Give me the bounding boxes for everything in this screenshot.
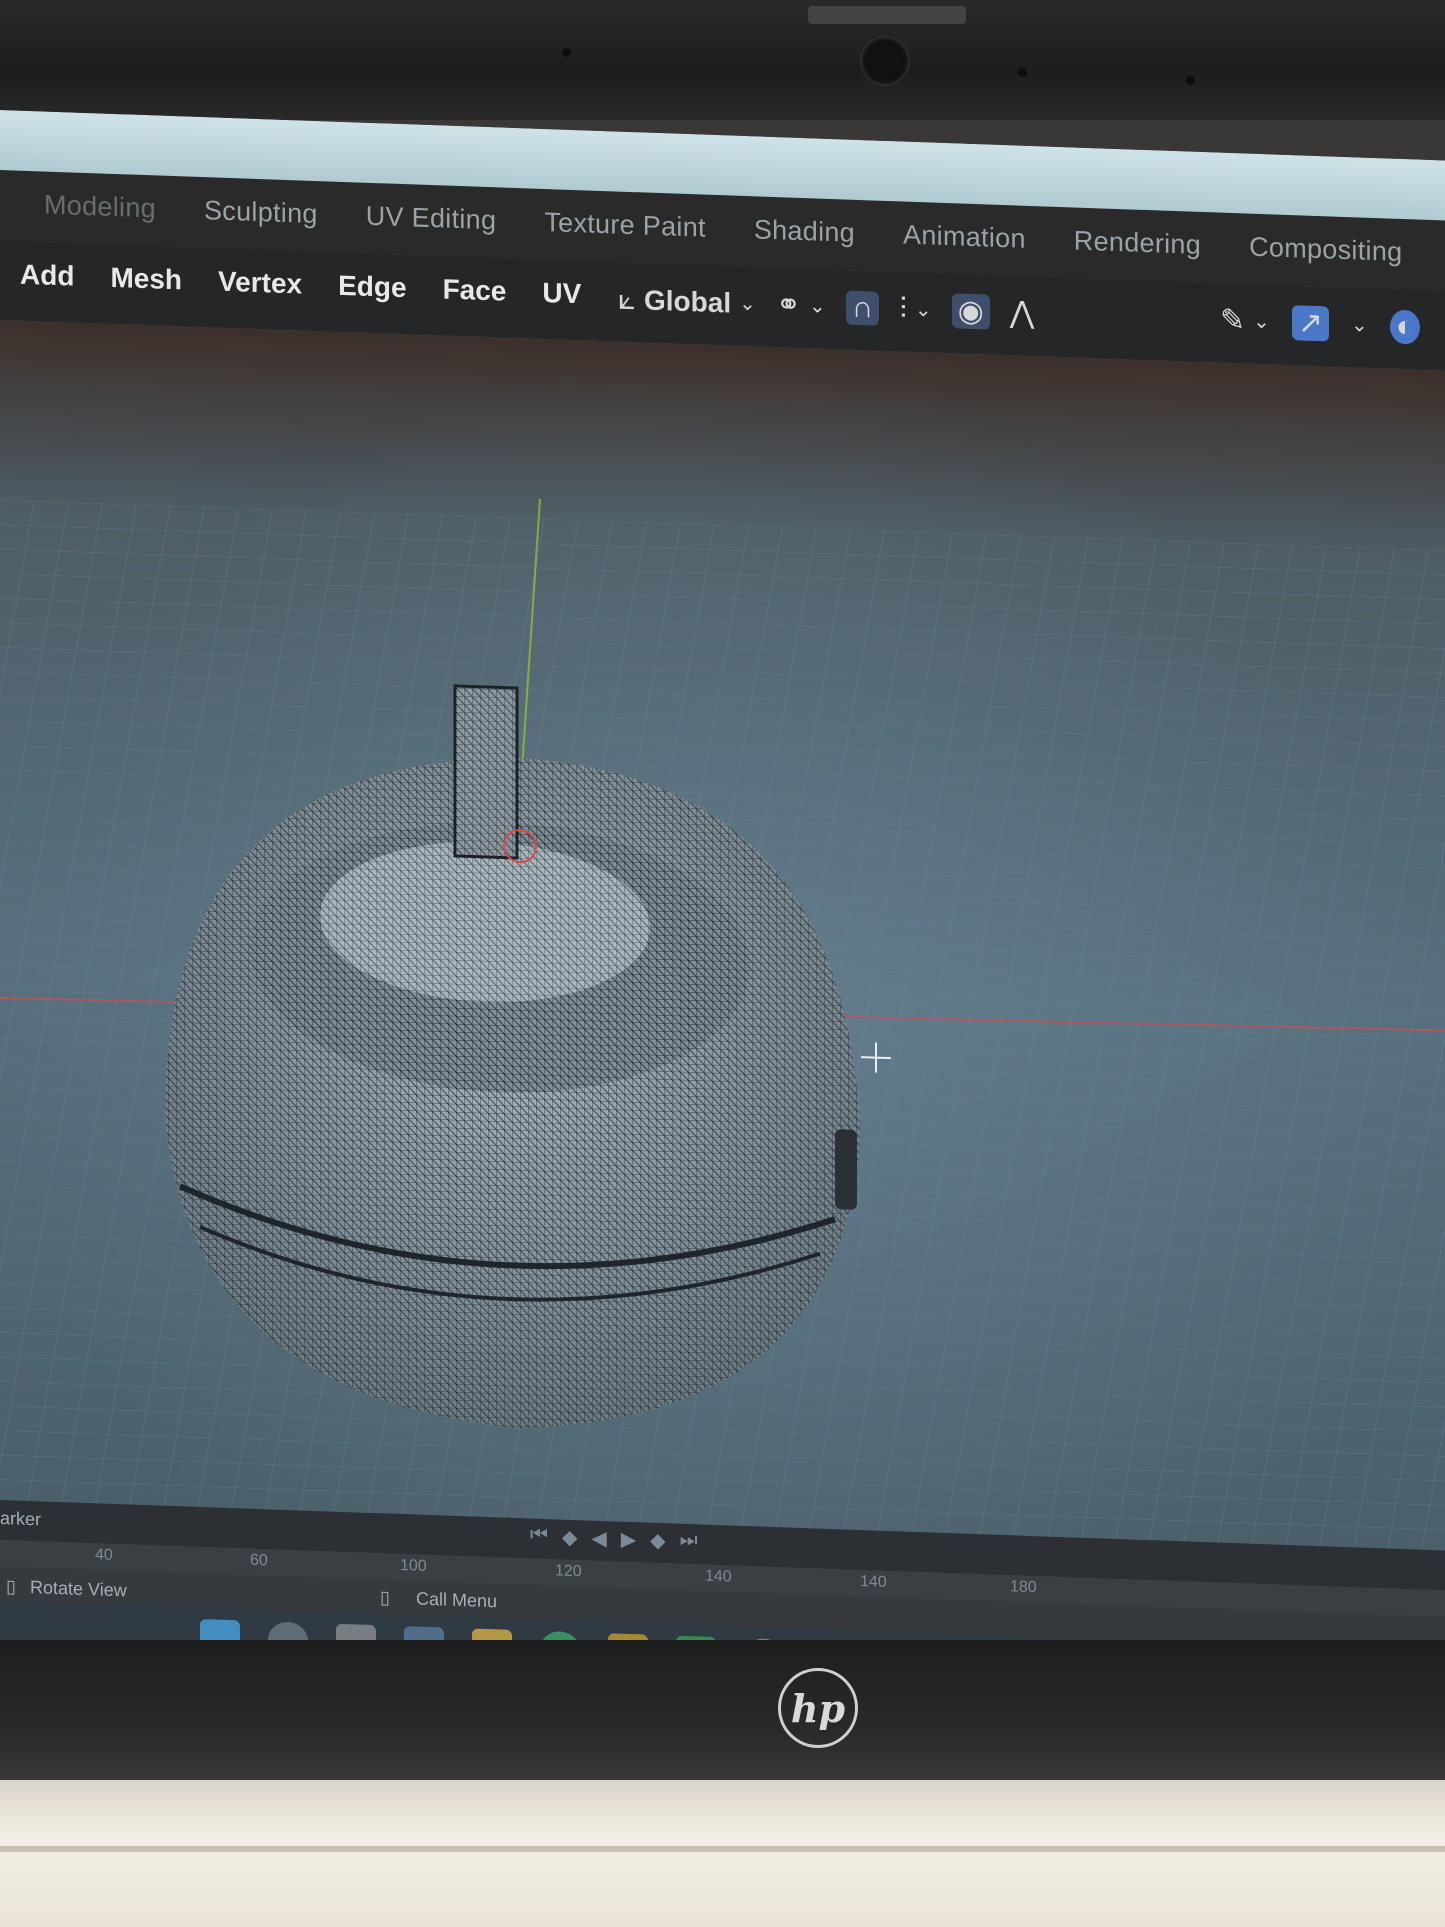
laptop-bottom-bezel xyxy=(0,1640,1445,1780)
laptop-top-bezel xyxy=(0,0,1445,120)
ruler-tick: 180 xyxy=(1010,1578,1037,1597)
magnet-icon: ∩ xyxy=(851,290,874,324)
falloff-dropdown[interactable]: ⋀ xyxy=(1010,295,1035,331)
visibility-dropdown[interactable]: ✎ ⌄ xyxy=(1220,303,1270,340)
proportional-edit-toggle[interactable]: ◉ xyxy=(951,293,990,330)
ruler-tick: 60 xyxy=(250,1551,268,1570)
mouse-right-icon: ▯ xyxy=(380,1587,390,1608)
snap-increment-icon: ⫶ xyxy=(899,291,907,326)
header-right-tools: ✎ ⌄ ↗ ⌄ ◐ xyxy=(1220,303,1420,345)
mouse-icon: ▯ xyxy=(6,1576,16,1597)
chevron-down-icon: ⌄ xyxy=(1253,310,1270,334)
hp-logo: hp xyxy=(778,1668,858,1748)
prev-keyframe-icon[interactable]: ◆ xyxy=(562,1525,577,1551)
gizmo-toggle[interactable]: ↗ xyxy=(1291,305,1330,342)
menu-add[interactable]: Add xyxy=(20,259,74,293)
laptop-screen: Modeling Sculpting UV Editing Texture Pa… xyxy=(0,110,1445,1701)
menu-uv[interactable]: UV xyxy=(542,277,581,310)
3d-viewport[interactable] xyxy=(0,320,1445,1551)
tab-uv-editing[interactable]: UV Editing xyxy=(342,200,521,237)
falloff-curve-icon: ⋀ xyxy=(1009,296,1035,331)
chevron-down-icon: ⌄ xyxy=(739,292,756,316)
eye-dropper-icon: ✎ xyxy=(1220,303,1246,338)
status-rotate-view: Rotate View xyxy=(30,1577,127,1601)
menu-vertex[interactable]: Vertex xyxy=(218,266,302,301)
tab-geometry-nodes[interactable]: Ge xyxy=(1426,238,1445,272)
bezel-dot xyxy=(562,48,571,57)
ruler-tick: 40 xyxy=(95,1546,113,1564)
laptop-base xyxy=(0,1780,1445,1927)
tab-shading[interactable]: Shading xyxy=(730,213,879,249)
ruler-tick: 100 xyxy=(400,1556,427,1575)
orientation-label: Global xyxy=(643,283,732,319)
menu-edge[interactable]: Edge xyxy=(338,270,406,304)
pivot-icon: ⚭ xyxy=(775,288,802,322)
tab-modeling[interactable]: Modeling xyxy=(20,189,180,226)
pivot-point-dropdown[interactable]: ⚭ ⌄ xyxy=(776,287,826,324)
orientation-axes-icon: ⟀ xyxy=(618,282,636,316)
overlays-icon: ◐ xyxy=(1395,309,1414,343)
chevron-down-icon: ⌄ xyxy=(914,298,932,322)
play-reverse-icon[interactable]: ◀ xyxy=(591,1526,606,1552)
camera-shutter xyxy=(808,6,966,24)
jump-end-icon[interactable]: ⏭ xyxy=(680,1529,698,1555)
snap-target-dropdown[interactable]: ⫶ ⌄ xyxy=(899,292,931,327)
webcam-icon xyxy=(860,36,910,86)
bezel-dot xyxy=(1018,68,1027,77)
laptop-hinge-line xyxy=(0,1846,1445,1852)
snap-toggle[interactable]: ∩ xyxy=(845,290,880,326)
ruler-tick: 120 xyxy=(555,1562,582,1581)
timeline-marker-label[interactable]: arker xyxy=(0,1508,41,1530)
play-icon[interactable]: ▶ xyxy=(621,1527,636,1553)
overlays-toggle[interactable]: ◐ xyxy=(1389,309,1420,345)
chevron-down-icon: ⌄ xyxy=(809,295,826,318)
chevron-down-icon[interactable]: ⌄ xyxy=(1351,312,1368,338)
transform-orientation-dropdown[interactable]: ⟀ Global ⌄ xyxy=(618,282,756,321)
menu-face[interactable]: Face xyxy=(443,273,507,307)
tab-animation[interactable]: Animation xyxy=(879,219,1050,256)
ruler-tick: 140 xyxy=(860,1573,887,1591)
gizmo-icon: ↗ xyxy=(1297,306,1324,341)
proportional-edit-icon: ◉ xyxy=(957,294,984,329)
jump-start-icon[interactable]: ⏮ xyxy=(530,1524,548,1550)
next-keyframe-icon[interactable]: ◆ xyxy=(650,1528,665,1554)
menu-mesh[interactable]: Mesh xyxy=(110,262,182,296)
bezel-dot xyxy=(1186,76,1195,85)
tab-sculpting[interactable]: Sculpting xyxy=(180,194,342,231)
viewport-canvas xyxy=(0,486,1445,1551)
ruler-tick: 140 xyxy=(705,1567,732,1586)
tab-rendering[interactable]: Rendering xyxy=(1050,225,1225,262)
status-call-menu: Call Menu xyxy=(416,1588,498,1612)
